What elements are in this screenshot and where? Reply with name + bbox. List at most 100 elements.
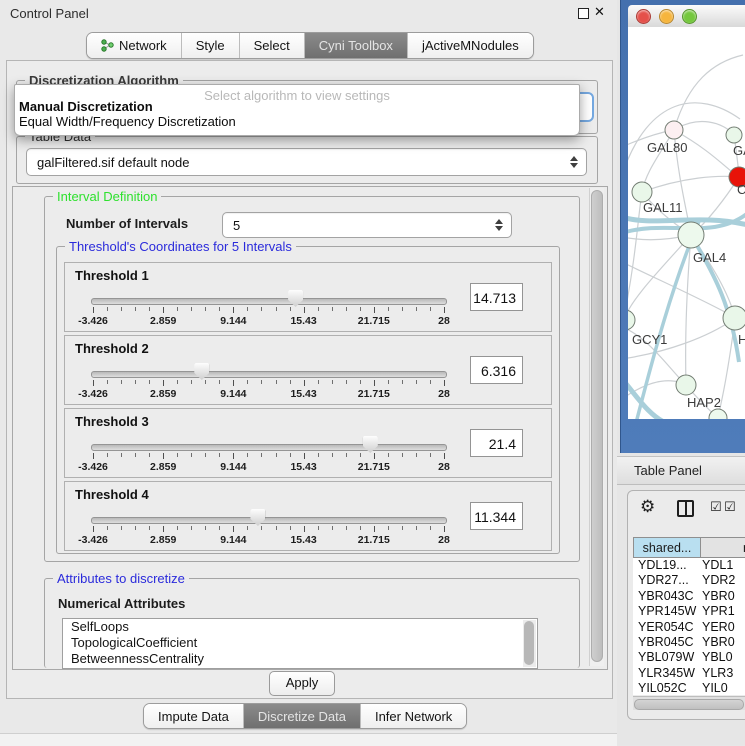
split-column-icon[interactable] (677, 500, 694, 517)
slider-tick (149, 380, 150, 384)
table-row[interactable]: YER054CYER0 (633, 620, 745, 635)
column-header-name[interactable]: n (701, 537, 745, 558)
table-data-combobox[interactable]: galFiltered.sif default node (26, 148, 587, 176)
slider-tick (332, 453, 333, 457)
threshold-value-field[interactable]: 6.316 (470, 356, 523, 384)
table-row[interactable]: YBR043CYBR0 (633, 589, 745, 604)
close-icon[interactable]: ✕ (594, 4, 605, 20)
tab-discretize-data[interactable]: Discretize Data (244, 704, 361, 728)
attributes-scrollbar[interactable] (523, 620, 536, 667)
combo-stepper-icon (494, 219, 503, 231)
tab-cyni-toolbox[interactable]: Cyni Toolbox (305, 33, 408, 58)
apply-button[interactable]: Apply (269, 671, 335, 696)
minimize-traffic-light-icon[interactable] (659, 9, 674, 24)
slider-tick (93, 453, 94, 459)
slider-tick (276, 453, 277, 457)
cell-name[interactable]: YDL1 (702, 558, 745, 573)
cell-shared-name[interactable]: YPR145W (633, 604, 702, 619)
slider-tick (219, 307, 220, 311)
cell-shared-name[interactable]: YIL052C (633, 681, 702, 695)
cell-shared-name[interactable]: YDR27... (633, 573, 702, 588)
threshold-slider-track[interactable] (91, 371, 447, 378)
cell-name[interactable]: YBR0 (702, 635, 745, 650)
cell-name[interactable]: YBL0 (702, 650, 745, 665)
table-row[interactable]: YBR045CYBR0 (633, 635, 745, 650)
cell-name[interactable]: YBR0 (702, 589, 745, 604)
vertical-scrollbar[interactable] (589, 188, 604, 666)
vertical-scrollbar-thumb[interactable] (591, 190, 603, 662)
cell-shared-name[interactable]: YLR345W (633, 666, 702, 681)
horizontal-scrollbar-thumb[interactable] (634, 699, 744, 710)
horizontal-scrollbar[interactable] (633, 696, 745, 710)
slider-tick (233, 526, 234, 532)
threshold-slider-track[interactable] (91, 444, 447, 451)
tab-network[interactable]: Network (87, 33, 182, 58)
node-gal80[interactable] (665, 121, 683, 139)
threshold-value-field[interactable]: 14.713 (470, 283, 523, 311)
threshold-value-field[interactable]: 11.344 (470, 502, 523, 530)
node-gal4[interactable] (678, 222, 704, 248)
slider-tick (290, 453, 291, 457)
cell-shared-name[interactable]: YDL19... (633, 558, 702, 573)
cell-name[interactable]: YIL0 (702, 681, 745, 695)
tab-jactivemnodules[interactable]: jActiveMNodules (408, 33, 533, 58)
checkbox-icon[interactable]: ☑ (710, 499, 722, 515)
close-traffic-light-icon[interactable] (636, 9, 651, 24)
column-header-shared-name[interactable]: shared... (633, 537, 701, 558)
slider-tick (332, 307, 333, 311)
cell-shared-name[interactable]: YBR045C (633, 635, 702, 650)
cell-shared-name[interactable]: YBR043C (633, 589, 702, 604)
attribute-list-item[interactable]: SelfLoops (63, 619, 537, 635)
slider-tick (177, 453, 178, 457)
threshold-value-field[interactable]: 21.4 (470, 429, 523, 457)
slider-tick (205, 453, 206, 457)
tab-style[interactable]: Style (182, 33, 240, 58)
table-row[interactable]: YDR27...YDR2 (633, 573, 745, 588)
float-window-icon[interactable] (578, 8, 589, 19)
attributes-scrollbar-thumb[interactable] (524, 621, 534, 665)
gear-icon[interactable]: ⚙ (640, 497, 655, 517)
attribute-list-item[interactable]: TopologicalCoefficient (63, 635, 537, 651)
cell-name[interactable]: YPR1 (702, 604, 745, 619)
slider-tick (304, 307, 305, 313)
network-canvas[interactable]: GAL80 GA C GAL11 GAL4 GCY1 H HAP2 (628, 27, 745, 419)
table-row[interactable]: YPR145WYPR1 (633, 604, 745, 619)
tab-select[interactable]: Select (240, 33, 305, 58)
zoom-traffic-light-icon[interactable] (682, 9, 697, 24)
threshold-slider-track[interactable] (91, 517, 447, 524)
cell-shared-name[interactable]: YER054C (633, 620, 702, 635)
table-row[interactable]: YIL052CYIL0 (633, 681, 745, 695)
node-bottom-partial[interactable] (709, 409, 727, 419)
slider-tick (149, 453, 150, 457)
number-of-intervals-combobox[interactable]: 5 (222, 212, 512, 238)
tab-infer-network[interactable]: Infer Network (361, 704, 466, 728)
cell-name[interactable]: YER0 (702, 620, 745, 635)
algorithm-option-1[interactable]: Manual Discretization (19, 99, 153, 114)
algorithm-option-2[interactable]: Equal Width/Frequency Discretization (19, 114, 236, 129)
attribute-list-item[interactable]: BetweennessCentrality (63, 651, 537, 667)
numerical-attributes-list[interactable]: SelfLoopsTopologicalCoefficientBetweenne… (62, 618, 538, 669)
slider-tick (163, 307, 164, 313)
node-ga[interactable] (726, 127, 742, 143)
table-row[interactable]: YDL19...YDL1 (633, 558, 745, 573)
node-h[interactable] (723, 306, 745, 330)
node-gcy1[interactable] (628, 310, 635, 330)
node-hap2[interactable] (676, 375, 696, 395)
node-gal11[interactable] (632, 182, 652, 202)
table-row[interactable]: YLR345WYLR3 (633, 666, 745, 681)
checkbox-icon[interactable]: ☑ (724, 499, 736, 515)
cell-shared-name[interactable]: YBL079W (633, 650, 702, 665)
tab-impute-data[interactable]: Impute Data (144, 704, 244, 728)
tab-label: Network (119, 38, 167, 53)
slider-tick (444, 307, 445, 313)
cell-name[interactable]: YDR2 (702, 573, 745, 588)
slider-tick-label: 28 (438, 534, 450, 546)
slider-tick (276, 526, 277, 530)
control-panel-tabbar: Network StyleSelectCyni ToolboxjActiveMNo… (86, 32, 534, 59)
slider-tick (219, 380, 220, 384)
table-row[interactable]: YBL079WYBL0 (633, 650, 745, 665)
threshold-slider-track[interactable] (91, 298, 447, 305)
network-window-titlebar[interactable] (628, 5, 745, 27)
slider-tick (149, 307, 150, 311)
cell-name[interactable]: YLR3 (702, 666, 745, 681)
